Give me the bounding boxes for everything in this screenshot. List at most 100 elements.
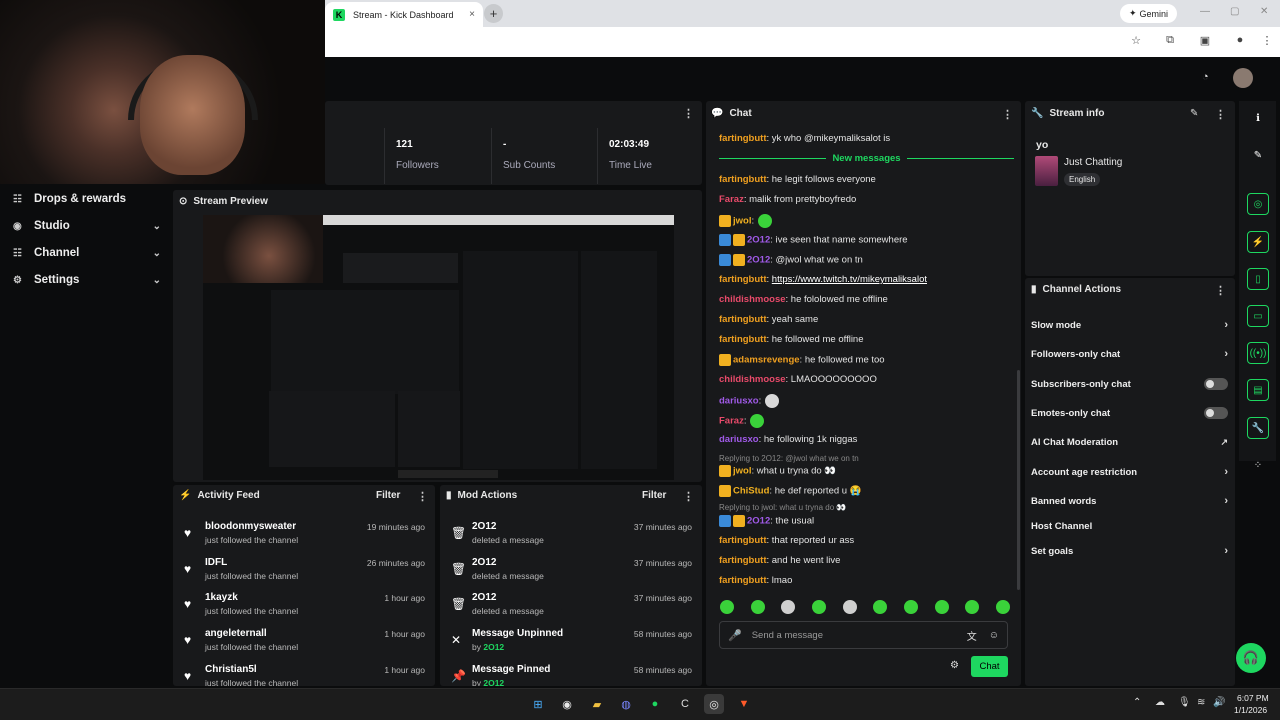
channel-actions-more-icon[interactable]: ⋮ <box>1215 284 1226 297</box>
mod-user[interactable]: 2O12 <box>472 592 496 603</box>
chat-username[interactable]: adamsrevenge <box>733 355 800 366</box>
chat-scrollbar[interactable] <box>1017 370 1020 590</box>
host-channel-row[interactable]: Host Channel <box>1031 516 1228 536</box>
chat-username[interactable]: childishmoose <box>719 294 786 305</box>
mod-user[interactable]: 2O12 <box>472 521 496 532</box>
chat-username[interactable]: 2O12 <box>747 516 770 527</box>
clock-time[interactable]: 6:07 PM <box>1237 693 1269 703</box>
chat-settings-icon[interactable]: ⚙ <box>950 660 959 671</box>
close-window-icon[interactable]: ✕ <box>1260 6 1268 17</box>
gemini-button[interactable]: ✦ Gemini <box>1120 4 1177 23</box>
chat-username[interactable]: fartingbutt <box>719 174 767 185</box>
translate-icon[interactable]: 文 <box>967 628 977 643</box>
start-icon[interactable]: ⊞ <box>528 694 548 714</box>
new-tab-button[interactable]: + <box>484 4 503 23</box>
slow-mode-row[interactable]: Slow mode › <box>1031 315 1228 335</box>
chat-username[interactable]: fartingbutt <box>719 334 767 345</box>
discord-icon[interactable]: ◍ <box>616 694 636 714</box>
obs-icon[interactable]: ◎ <box>704 694 724 714</box>
category-name[interactable]: Just Chatting <box>1064 157 1122 168</box>
bookmark-star-icon[interactable]: ☆ <box>1129 34 1143 48</box>
ccleaner-icon[interactable]: C <box>675 694 695 714</box>
pencil-icon[interactable]: ✎ <box>1247 144 1269 166</box>
mic-icon[interactable]: 🎙 <box>1178 697 1191 708</box>
sidebar-item-studio[interactable]: ◉ Studio ⌄ <box>13 216 161 236</box>
camera-icon[interactable]: ◎ <box>1247 193 1269 215</box>
chat-username[interactable]: jwol <box>733 466 751 477</box>
feed-username[interactable]: angeleternall <box>205 628 267 639</box>
activity-filter-button[interactable]: Filter <box>376 490 400 501</box>
minimize-icon[interactable]: — <box>1200 6 1210 17</box>
subscribers-only-toggle[interactable] <box>1204 378 1228 390</box>
wifi-icon[interactable]: ≋ <box>1197 697 1205 708</box>
feed-username[interactable]: 1kayzk <box>205 592 238 603</box>
clock-date[interactable]: 1/1/2026 <box>1234 705 1267 715</box>
emote-icon[interactable] <box>995 600 1010 614</box>
tray-chevron-icon[interactable]: ⌃ <box>1133 697 1141 708</box>
emote-icon[interactable] <box>842 600 857 614</box>
chat-icon[interactable]: ▭ <box>1247 305 1269 327</box>
emote-icon[interactable] <box>934 600 949 614</box>
apps-icon[interactable]: ⁘ <box>1247 454 1269 476</box>
mod-user[interactable]: 2O12 <box>483 678 504 686</box>
profile-icon[interactable]: ● <box>1233 34 1247 48</box>
feed-username[interactable]: Christian5l <box>205 664 257 675</box>
chat-more-icon[interactable]: ⋮ <box>1002 108 1013 121</box>
mod-user[interactable]: 2O12 <box>472 557 496 568</box>
emotes-only-toggle[interactable] <box>1204 407 1228 419</box>
broadcast-icon[interactable]: ((•)) <box>1247 342 1269 364</box>
chat-username[interactable]: 2O12 <box>747 255 770 266</box>
onedrive-icon[interactable]: ☁ <box>1155 697 1165 708</box>
emoji-icon[interactable]: ☺ <box>989 630 999 641</box>
category-thumbnail[interactable] <box>1035 156 1058 186</box>
chat-username[interactable]: 2O12 <box>747 235 770 246</box>
mod-more-icon[interactable]: ⋮ <box>683 490 694 503</box>
spotify-icon[interactable]: ● <box>645 694 665 714</box>
chat-username[interactable]: dariusxo <box>719 434 759 445</box>
emote-icon[interactable] <box>720 600 734 614</box>
emote-icon[interactable] <box>811 600 826 614</box>
chrome-icon[interactable]: ◉ <box>557 694 577 714</box>
stats-more-icon[interactable]: ⋮ <box>683 107 694 120</box>
folder-icon[interactable]: ▰ <box>587 694 607 714</box>
chat-username[interactable]: fartingbutt <box>719 555 767 566</box>
ai-moderation-row[interactable]: AI Chat Moderation ↗ <box>1031 432 1228 452</box>
layout-icon[interactable]: ▤ <box>1247 379 1269 401</box>
menu-icon[interactable]: ⋮ <box>1260 34 1274 48</box>
emote-icon[interactable] <box>781 600 796 614</box>
sidebar-item-drops[interactable]: ☷ Drops & rewards <box>13 189 161 209</box>
feed-username[interactable]: IDFL <box>205 557 227 568</box>
chat-username[interactable]: Faraz <box>719 194 744 205</box>
trash-icon[interactable]: ▯ <box>1247 268 1269 290</box>
chat-username[interactable]: fartingbutt <box>719 535 767 546</box>
mod-filter-button[interactable]: Filter <box>642 490 666 501</box>
browser-tab[interactable]: K Stream - Kick Dashboard × <box>325 2 483 27</box>
banned-words-row[interactable]: Banned words › <box>1031 491 1228 511</box>
avatar[interactable] <box>1233 68 1253 88</box>
emote-icon[interactable] <box>750 600 765 614</box>
stream-info-more-icon[interactable]: ⋮ <box>1215 108 1226 121</box>
help-icon[interactable]: ◔ <box>1202 71 1209 83</box>
chat-input[interactable]: 🎤 Send a message 文 ☺ <box>719 621 1008 649</box>
maximize-icon[interactable]: ▢ <box>1230 6 1239 17</box>
chat-username[interactable]: Faraz <box>719 416 744 427</box>
sidebar-item-channel[interactable]: ☷ Channel ⌄ <box>13 243 161 263</box>
edit-icon[interactable]: ✎ <box>1190 108 1198 119</box>
wrench-rail-icon[interactable]: 🔧 <box>1247 417 1269 439</box>
activity-more-icon[interactable]: ⋮ <box>417 490 428 503</box>
chat-username[interactable]: ChiStud <box>733 486 769 497</box>
chat-link[interactable]: https://www.twitch.tv/mikeymaliksalot <box>772 274 927 285</box>
support-headset-button[interactable]: 🎧 <box>1236 643 1266 673</box>
set-goals-row[interactable]: Set goals › <box>1031 541 1228 561</box>
followers-only-row[interactable]: Followers-only chat › <box>1031 344 1228 364</box>
chat-username[interactable]: fartingbutt <box>719 314 767 325</box>
volume-icon[interactable]: 🔊 <box>1213 697 1225 708</box>
brave-icon[interactable]: ▼ <box>734 694 754 714</box>
chat-username[interactable]: dariusxo <box>719 396 759 407</box>
bolt-icon[interactable]: ⚡ <box>1247 231 1269 253</box>
emote-icon[interactable] <box>903 600 918 614</box>
info-icon[interactable]: ℹ <box>1247 107 1269 129</box>
chat-username[interactable]: jwol <box>733 216 751 227</box>
tab-close-icon[interactable]: × <box>469 9 475 20</box>
mod-user[interactable]: 2O12 <box>483 642 504 652</box>
